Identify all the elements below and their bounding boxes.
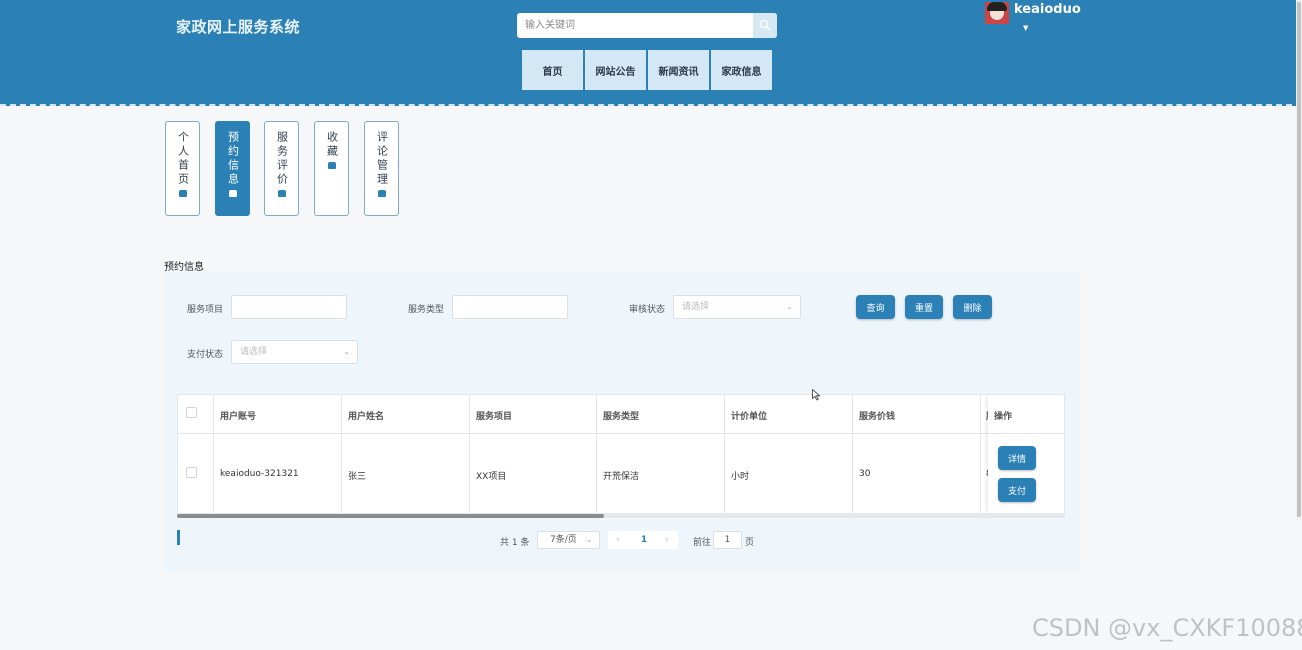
cell-unit: 小时 — [731, 472, 750, 482]
service-item-input[interactable] — [231, 295, 347, 319]
username[interactable]: keaioduo — [1014, 2, 1081, 17]
audit-status-placeholder: 请选择 — [682, 302, 710, 312]
chevron-down-icon: ⌄ — [786, 302, 793, 311]
home-icon — [228, 190, 237, 197]
tab-favorites[interactable]: 收藏 — [314, 121, 349, 216]
prev-page-icon[interactable]: ‹ — [616, 535, 620, 545]
tab-comment-management[interactable]: 评论管理 — [364, 121, 399, 216]
pay-status-select[interactable]: 请选择 ⌄ — [231, 340, 358, 364]
table-scrollbar[interactable] — [177, 514, 604, 518]
cell-price: 30 — [859, 469, 871, 479]
chevron-down-icon: ⌄ — [585, 535, 593, 545]
audit-status-label: 审核状态 — [629, 305, 666, 315]
tab-reservation-info[interactable]: 预约信息 — [215, 121, 250, 216]
home-icon — [327, 162, 336, 169]
tab-label: 个人首页 — [176, 131, 190, 187]
tab-label: 预约信息 — [226, 131, 240, 187]
col-header-operation: 操作 — [994, 412, 1013, 422]
accent-marker — [177, 530, 180, 545]
page-scrollbar[interactable] — [1296, 0, 1302, 520]
cell-service-type: 开荒保洁 — [603, 472, 640, 482]
site-title[interactable]: 家政网上服务系统 — [176, 16, 300, 37]
col-header-name[interactable]: 用户姓名 — [348, 409, 384, 422]
cell-name: 张三 — [348, 472, 367, 482]
nav-news[interactable]: 新闻资讯 — [648, 50, 709, 90]
col-header-service-type[interactable]: 服务类型 — [603, 409, 639, 422]
next-page-icon[interactable]: › — [665, 535, 669, 545]
nav-housekeeping-info[interactable]: 家政信息 — [711, 50, 772, 90]
service-type-input[interactable] — [452, 295, 568, 319]
data-table: 用户账号 用户姓名 服务项目 服务类型 计价单位 服务价钱 服 keaioduo… — [177, 394, 1065, 514]
page-scrollbar-thumb[interactable] — [1297, 2, 1301, 517]
select-all-checkbox[interactable] — [186, 407, 197, 418]
goto-page-input[interactable]: 1 — [713, 531, 742, 549]
current-page[interactable]: 1 — [636, 532, 652, 548]
reset-button[interactable]: 重置 — [905, 295, 943, 319]
nav-announcements[interactable]: 网站公告 — [585, 50, 646, 90]
pay-status-placeholder: 请选择 — [240, 347, 268, 357]
home-icon — [178, 190, 187, 197]
service-item-label: 服务项目 — [187, 305, 224, 315]
search-button[interactable] — [753, 13, 777, 38]
goto-label: 前往 — [693, 538, 712, 548]
nav-home[interactable]: 首页 — [522, 50, 583, 90]
mouse-cursor-icon — [812, 389, 821, 401]
audit-status-select[interactable]: 请选择 ⌄ — [673, 295, 801, 319]
col-header-unit[interactable]: 计价单位 — [731, 409, 767, 422]
cell-service-item: XX项目 — [476, 472, 507, 482]
home-icon — [277, 190, 286, 197]
tab-personal-home[interactable]: 个人首页 — [165, 121, 200, 216]
watermark: CSDN @vx_CXKF10088 — [1032, 614, 1302, 642]
caret-down-icon[interactable]: ▼ — [1023, 24, 1028, 32]
home-icon — [377, 190, 386, 197]
tab-label: 评论管理 — [375, 131, 389, 187]
tab-service-review[interactable]: 服务评价 — [264, 121, 299, 216]
row-checkbox[interactable] — [186, 467, 197, 478]
delete-button[interactable]: 删除 — [953, 295, 992, 319]
tab-label: 服务评价 — [275, 131, 289, 187]
chevron-down-icon: ⌄ — [343, 347, 350, 356]
tab-label: 收藏 — [325, 131, 339, 159]
page-size-select[interactable]: 7条/页 ⌄ — [537, 531, 600, 549]
pay-button[interactable]: 支付 — [998, 478, 1036, 502]
section-title: 预约信息 — [164, 262, 204, 273]
pay-status-label: 支付状态 — [187, 350, 224, 360]
operation-column: 操作 详情 支付 — [988, 395, 1064, 513]
main-nav: 首页 网站公告 新闻资讯 家政信息 — [522, 50, 772, 90]
search-icon — [759, 19, 771, 31]
page-suffix: 页 — [745, 538, 755, 548]
search-input[interactable] — [517, 13, 753, 38]
header-bar: 家政网上服务系统 首页 网站公告 新闻资讯 家政信息 keaioduo ▼ — [0, 0, 1302, 106]
avatar[interactable] — [985, 2, 1009, 24]
service-type-label: 服务类型 — [408, 305, 445, 315]
search-box — [517, 13, 777, 38]
query-button[interactable]: 查询 — [856, 295, 895, 319]
detail-button[interactable]: 详情 — [998, 446, 1036, 470]
col-header-price[interactable]: 服务价钱 — [859, 409, 895, 422]
col-header-service-item[interactable]: 服务项目 — [476, 409, 512, 422]
page-size-value: 7条/页 — [550, 535, 577, 545]
col-header-account[interactable]: 用户账号 — [220, 409, 256, 422]
cell-account: keaioduo-321321 — [220, 469, 299, 479]
pagination-total: 共 1 条 — [500, 538, 530, 548]
